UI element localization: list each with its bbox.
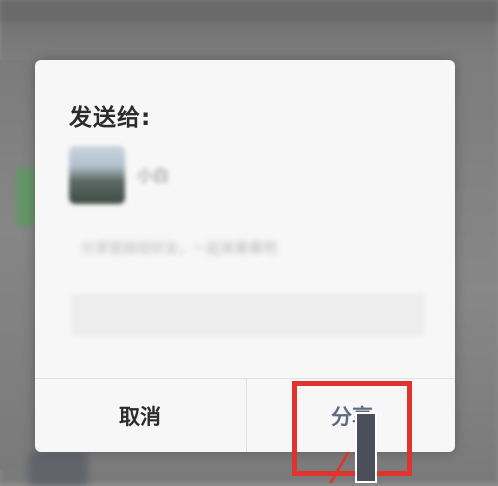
share-preview-text: 分享链接给好友，一起来看看吧: [81, 241, 277, 257]
dialog-title: 发送给:: [69, 105, 152, 131]
background-left-list: [0, 60, 40, 470]
cancel-button[interactable]: 取消: [35, 379, 245, 452]
pointer-icon: [355, 412, 377, 483]
background-avatar: [28, 452, 88, 486]
background-green-element: [16, 168, 36, 226]
contact-avatar: [69, 146, 125, 204]
background-topbar: [0, 0, 498, 22]
contact-name: 小白: [137, 166, 170, 185]
message-input[interactable]: [71, 293, 425, 337]
